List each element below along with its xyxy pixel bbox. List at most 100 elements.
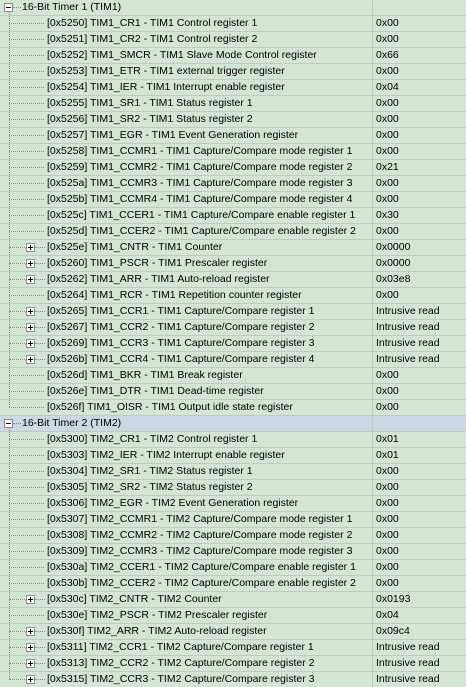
register-row[interactable]: [0x5254] TIM1_IER - TIM1 Interrupt enabl…	[0, 80, 466, 96]
register-value[interactable]: 0x04	[372, 608, 466, 623]
register-value[interactable]: 0x01	[372, 448, 466, 463]
register-value[interactable]: Intrusive read	[372, 672, 466, 687]
register-value[interactable]: Intrusive read	[372, 352, 466, 367]
register-value[interactable]: 0x30	[372, 208, 466, 223]
register-value[interactable]: 0x01	[372, 432, 466, 447]
register-value[interactable]: 0x00	[372, 400, 466, 415]
tree-connector-line	[9, 87, 44, 88]
register-row[interactable]: [0x5311] TIM2_CCR1 - TIM2 Capture/Compar…	[0, 640, 466, 656]
register-value[interactable]: 0x00	[372, 368, 466, 383]
register-row[interactable]: [0x525d] TIM1_CCER2 - TIM1 Capture/Compa…	[0, 224, 466, 240]
register-row[interactable]: [0x5313] TIM2_CCR2 - TIM2 Capture/Compar…	[0, 656, 466, 672]
register-value[interactable]: 0x00	[372, 96, 466, 111]
register-value[interactable]: 0x00	[372, 288, 466, 303]
register-row[interactable]: [0x525e] TIM1_CNTR - TIM1 Counter 0x0000	[0, 240, 466, 256]
register-row[interactable]: [0x526b] TIM1_CCR4 - TIM1 Capture/Compar…	[0, 352, 466, 368]
register-value[interactable]: 0x00	[372, 112, 466, 127]
register-row[interactable]: [0x5309] TIM2_CCMR3 - TIM2 Capture/Compa…	[0, 544, 466, 560]
expand-icon[interactable]	[26, 675, 35, 684]
register-row[interactable]: [0x526f] TIM1_OISR - TIM1 Output idle st…	[0, 400, 466, 416]
expand-icon[interactable]	[26, 275, 35, 284]
expand-icon[interactable]	[26, 323, 35, 332]
expand-icon[interactable]	[26, 627, 35, 636]
register-row[interactable]: [0x5265] TIM1_CCR1 - TIM1 Capture/Compar…	[0, 304, 466, 320]
register-value[interactable]: 0x00	[372, 224, 466, 239]
register-value[interactable]: 0x00	[372, 464, 466, 479]
expand-icon[interactable]	[26, 659, 35, 668]
expand-icon[interactable]	[26, 259, 35, 268]
register-row[interactable]: [0x5250] TIM1_CR1 - TIM1 Control registe…	[0, 16, 466, 32]
expand-icon[interactable]	[26, 307, 35, 316]
register-value[interactable]: 0x00	[372, 544, 466, 559]
register-value[interactable]: 0x00	[372, 528, 466, 543]
register-value[interactable]: 0x00	[372, 144, 466, 159]
register-row[interactable]: [0x5315] TIM2_CCR3 - TIM2 Capture/Compar…	[0, 672, 466, 687]
register-row[interactable]: [0x5304] TIM2_SR1 - TIM2 Status register…	[0, 464, 466, 480]
register-row[interactable]: [0x530f] TIM2_ARR - TIM2 Auto-reload reg…	[0, 624, 466, 640]
register-row[interactable]: [0x5258] TIM1_CCMR1 - TIM1 Capture/Compa…	[0, 144, 466, 160]
register-value[interactable]: 0x00	[372, 560, 466, 575]
register-row[interactable]: [0x530c] TIM2_CNTR - TIM2 Counter 0x0193	[0, 592, 466, 608]
tree-group-row[interactable]: 16-Bit Timer 1 (TIM1)	[0, 0, 466, 16]
register-value[interactable]: 0x03e8	[372, 272, 466, 287]
register-row[interactable]: [0x526e] TIM1_DTR - TIM1 Dead-time regis…	[0, 384, 466, 400]
expand-icon[interactable]	[26, 243, 35, 252]
register-value[interactable]: 0x00	[372, 64, 466, 79]
register-value[interactable]: 0x21	[372, 160, 466, 175]
register-value[interactable]: 0x0000	[372, 240, 466, 255]
register-value[interactable]: Intrusive read	[372, 320, 466, 335]
register-row[interactable]: [0x5300] TIM2_CR1 - TIM2 Control registe…	[0, 432, 466, 448]
register-value[interactable]: Intrusive read	[372, 336, 466, 351]
register-row[interactable]: [0x5305] TIM2_SR2 - TIM2 Status register…	[0, 480, 466, 496]
register-row[interactable]: [0x525b] TIM1_CCMR4 - TIM1 Capture/Compa…	[0, 192, 466, 208]
expand-icon[interactable]	[26, 643, 35, 652]
register-row[interactable]: [0x5306] TIM2_EGR - TIM2 Event Generatio…	[0, 496, 466, 512]
register-value[interactable]: 0x00	[372, 576, 466, 591]
register-value[interactable]: 0x00	[372, 128, 466, 143]
register-tree[interactable]: 16-Bit Timer 1 (TIM1) [0x5250] TIM1_CR1 -…	[0, 0, 466, 687]
tree-group-row[interactable]: 16-Bit Timer 2 (TIM2)	[0, 416, 466, 432]
register-row[interactable]: [0x530a] TIM2_CCER1 - TIM2 Capture/Compa…	[0, 560, 466, 576]
register-value[interactable]: 0x00	[372, 192, 466, 207]
register-row[interactable]: [0x5264] TIM1_RCR - TIM1 Repetition coun…	[0, 288, 466, 304]
collapse-icon[interactable]	[4, 419, 13, 428]
register-row[interactable]: [0x525c] TIM1_CCER1 - TIM1 Capture/Compa…	[0, 208, 466, 224]
register-value[interactable]: 0x0193	[372, 592, 466, 607]
register-row[interactable]: [0x5255] TIM1_SR1 - TIM1 Status register…	[0, 96, 466, 112]
register-value[interactable]: Intrusive read	[372, 656, 466, 671]
register-value[interactable]: 0x66	[372, 48, 466, 63]
register-row[interactable]: [0x5259] TIM1_CCMR2 - TIM1 Capture/Compa…	[0, 160, 466, 176]
collapse-icon[interactable]	[4, 3, 13, 12]
register-row[interactable]: [0x5303] TIM2_IER - TIM2 Interrupt enabl…	[0, 448, 466, 464]
register-row[interactable]: [0x525a] TIM1_CCMR3 - TIM1 Capture/Compa…	[0, 176, 466, 192]
register-row[interactable]: [0x5262] TIM1_ARR - TIM1 Auto-reload reg…	[0, 272, 466, 288]
expand-icon[interactable]	[26, 595, 35, 604]
register-value[interactable]: 0x04	[372, 80, 466, 95]
register-row[interactable]: [0x5308] TIM2_CCMR2 - TIM2 Capture/Compa…	[0, 528, 466, 544]
register-value[interactable]: 0x00	[372, 32, 466, 47]
register-row[interactable]: [0x530e] TIM2_PSCR - TIM2 Prescaler regi…	[0, 608, 466, 624]
register-value[interactable]: 0x00	[372, 176, 466, 191]
register-row[interactable]: [0x5256] TIM1_SR2 - TIM1 Status register…	[0, 112, 466, 128]
register-row[interactable]: [0x5257] TIM1_EGR - TIM1 Event Generatio…	[0, 128, 466, 144]
register-row[interactable]: [0x5252] TIM1_SMCR - TIM1 Slave Mode Con…	[0, 48, 466, 64]
register-value[interactable]: Intrusive read	[372, 304, 466, 319]
register-value[interactable]: 0x0000	[372, 256, 466, 271]
register-row[interactable]: [0x5267] TIM1_CCR2 - TIM1 Capture/Compar…	[0, 320, 466, 336]
register-row[interactable]: [0x5307] TIM2_CCMR1 - TIM2 Capture/Compa…	[0, 512, 466, 528]
register-value[interactable]: 0x00	[372, 16, 466, 31]
register-value[interactable]: 0x09c4	[372, 624, 466, 639]
register-value[interactable]: 0x00	[372, 512, 466, 527]
register-row[interactable]: [0x5269] TIM1_CCR3 - TIM1 Capture/Compar…	[0, 336, 466, 352]
register-row[interactable]: [0x5251] TIM1_CR2 - TIM1 Control registe…	[0, 32, 466, 48]
register-value[interactable]: Intrusive read	[372, 640, 466, 655]
register-row[interactable]: [0x526d] TIM1_BKR - TIM1 Break register 0…	[0, 368, 466, 384]
register-value[interactable]: 0x00	[372, 480, 466, 495]
register-row[interactable]: [0x5253] TIM1_ETR - TIM1 external trigge…	[0, 64, 466, 80]
register-row[interactable]: [0x530b] TIM2_CCER2 - TIM2 Capture/Compa…	[0, 576, 466, 592]
expand-icon[interactable]	[26, 339, 35, 348]
register-value[interactable]: 0x00	[372, 496, 466, 511]
register-row[interactable]: [0x5260] TIM1_PSCR - TIM1 Prescaler regi…	[0, 256, 466, 272]
expand-icon[interactable]	[26, 355, 35, 364]
register-value[interactable]: 0x00	[372, 384, 466, 399]
